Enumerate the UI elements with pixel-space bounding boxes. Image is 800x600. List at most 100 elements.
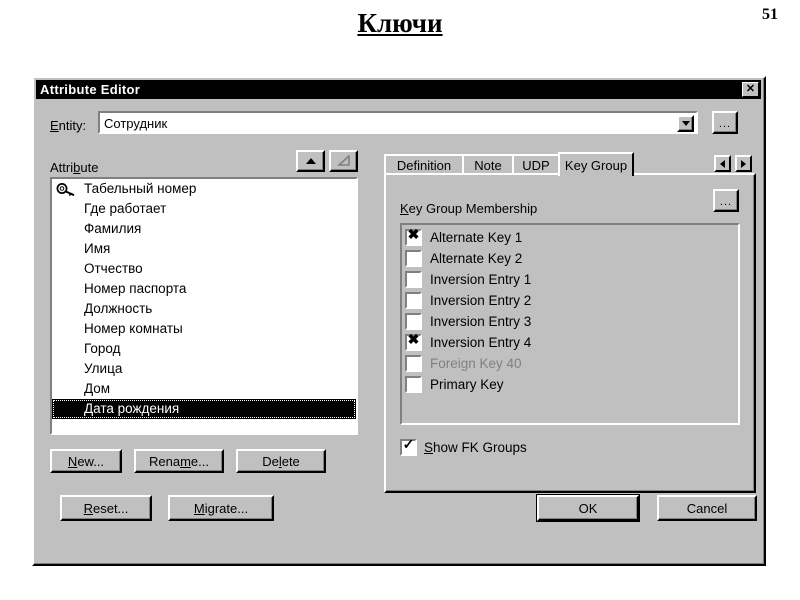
entity-browse-button[interactable]: ... [712,111,738,134]
key-group-checkbox-row[interactable]: Inversion Entry 1 [402,269,738,290]
key-group-checkbox-label: Inversion Entry 3 [430,314,532,329]
cancel-button[interactable]: Cancel [657,495,757,521]
tab-key-group[interactable]: Key Group [558,152,634,176]
checkbox-box: ✖ [405,332,422,351]
attribute-list-item[interactable]: Дом [52,379,356,399]
attribute-list[interactable]: Табельный номер Где работает Фамилия Имя Отч… [50,177,358,435]
key-group-membership-label: Key Group Membership [400,201,538,216]
checkbox-box: ✓ [400,436,417,456]
attribute-list-item-label: Имя [84,241,111,256]
checkbox-box [405,376,422,393]
attribute-list-item-label: Где работает [84,201,167,216]
dialog-titlebar[interactable]: Attribute Editor ✕ [36,80,761,99]
key-group-checkbox-label: Inversion Entry 2 [430,293,532,308]
tab-note[interactable]: Note [462,154,514,174]
attribute-list-item-label: Улица [84,361,123,376]
attribute-list-item[interactable]: Номер комнаты [52,319,356,339]
key-group-checkbox-row[interactable]: Primary Key [402,374,738,395]
attribute-list-item-label: Фамилия [84,221,142,236]
new-attribute-button[interactable]: New... [50,449,122,473]
delete-attribute-button[interactable]: Delete [236,449,326,473]
attribute-list-item[interactable]: Улица [52,359,356,379]
migrate-button[interactable]: Migrate... [168,495,274,521]
tab-label: UDP [522,157,550,173]
tab-strip: Definition Note UDP Key Group [384,152,756,176]
key-group-checkbox-row[interactable]: ✖ Alternate Key 1 [402,227,738,248]
checkbox-box [405,292,422,309]
empty-check-icon [407,312,420,325]
key-group-checkbox-label: Alternate Key 2 [430,251,523,266]
move-attribute-up-button[interactable] [296,150,325,172]
tab-label: Definition [396,157,452,173]
chevron-down-glyph [681,121,690,126]
cross-check-icon: ✖ [407,226,420,242]
checkbox-box [405,250,422,267]
empty-check-icon [407,375,420,388]
show-fk-groups-label: Show FK Groups [424,440,527,455]
show-fk-groups-checkbox[interactable]: ✓ Show FK Groups [400,436,527,456]
page-number: 51 [762,6,778,23]
key-group-checkbox-label: Alternate Key 1 [430,230,523,245]
tab-definition[interactable]: Definition [384,154,464,174]
attribute-list-item[interactable]: Дата рождения [52,399,356,419]
attribute-list-item-label: Номер паспорта [84,281,187,296]
dialog-title: Attribute Editor [40,82,141,97]
checkbox-box [405,355,422,372]
empty-check-icon [407,291,420,304]
triangle-left-icon [720,159,725,168]
empty-check-icon [407,354,420,367]
attribute-list-item-label: Дом [84,381,111,396]
tab-panel-key-group: Key Group Membership ... ✖ Alternate Key … [384,173,756,493]
attribute-label: Attribute [50,160,99,175]
attribute-list-item[interactable]: Отчество [52,259,356,279]
tab-scroll-left-button[interactable] [714,155,731,172]
entity-label: Entity: [50,118,87,133]
attribute-list-item[interactable]: Город [52,339,356,359]
rename-attribute-button[interactable]: Rename... [134,449,224,473]
page-title: Ключи [357,8,443,38]
attribute-list-item[interactable]: Имя [52,239,356,259]
attribute-list-item[interactable]: Где работает [52,199,356,219]
key-group-checkbox-label: Foreign Key 40 [430,356,522,371]
tab-scroll-right-button[interactable] [735,155,752,172]
arrow-up-icon [305,158,316,164]
key-group-checkbox-row[interactable]: Inversion Entry 3 [402,311,738,332]
attribute-list-item-label: Номер комнаты [84,321,183,336]
checkbox-box: ✖ [405,226,422,246]
tab-label: Note [474,157,502,173]
reset-button[interactable]: Reset... [60,495,152,521]
attribute-list-item[interactable]: Табельный номер [52,179,356,199]
attribute-list-item[interactable]: Фамилия [52,219,356,239]
attribute-list-item-label: Город [84,341,121,356]
attribute-list-item[interactable]: Должность [52,299,356,319]
check-icon: ✓ [402,436,415,452]
chevron-down-icon[interactable] [677,115,694,132]
tab-udp[interactable]: UDP [512,154,560,174]
attribute-editor-dialog: Attribute Editor ✕ Entity: Сотрудник ...… [32,76,766,566]
checkbox-box [405,313,422,330]
key-group-checkbox-row: Foreign Key 40 [402,353,738,374]
checkbox-box [405,271,422,288]
empty-check-icon [407,270,420,283]
move-attribute-down-button[interactable] [329,150,358,172]
attribute-list-item-label: Отчество [84,261,143,276]
close-icon[interactable]: ✕ [742,82,759,97]
arrow-down-icon [336,154,350,166]
key-group-checkbox-row[interactable]: Inversion Entry 2 [402,290,738,311]
attribute-list-item-label: Должность [84,301,153,316]
attribute-list-item-label: Табельный номер [84,181,197,196]
empty-check-icon [407,249,420,262]
triangle-right-icon [741,159,746,168]
entity-value: Сотрудник [104,116,168,131]
ok-button[interactable]: OK [536,494,640,522]
attribute-list-item-label: Дата рождения [84,401,180,416]
key-group-checkbox-label: Inversion Entry 4 [430,335,532,350]
key-icon [56,183,75,196]
key-group-checkbox-row[interactable]: ✖ Inversion Entry 4 [402,332,738,353]
tab-label: Key Group [564,157,628,173]
key-group-browse-button[interactable]: ... [713,189,739,212]
key-group-membership-list[interactable]: ✖ Alternate Key 1 Alternate Key 2 Inversion… [400,223,740,425]
entity-combo[interactable]: Сотрудник [98,111,698,134]
key-group-checkbox-row[interactable]: Alternate Key 2 [402,248,738,269]
attribute-list-item[interactable]: Номер паспорта [52,279,356,299]
